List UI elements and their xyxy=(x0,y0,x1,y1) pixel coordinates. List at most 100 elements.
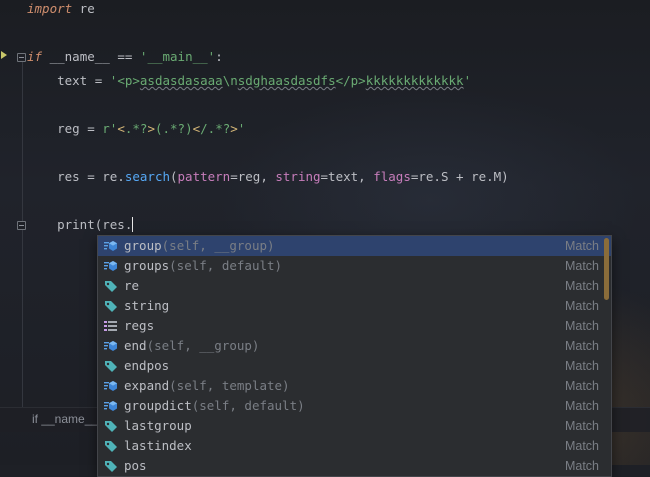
code-token: =text, xyxy=(320,169,374,184)
completion-signature: (self, __group) xyxy=(146,338,260,353)
fold-end-icon[interactable] xyxy=(17,221,26,230)
code-token: : xyxy=(215,49,223,64)
completion-type: Match xyxy=(564,439,599,453)
completion-signature: (self, template) xyxy=(169,378,290,393)
completion-name: group xyxy=(124,238,162,253)
autocomplete-item[interactable]: string Match xyxy=(98,296,611,316)
code-token: asdasdasaaa xyxy=(139,73,223,88)
code-token: < xyxy=(192,121,201,136)
autocomplete-item[interactable]: expand(self, template) Match xyxy=(98,376,611,396)
property-icon xyxy=(104,280,118,292)
code-token: pattern xyxy=(177,169,231,184)
method-icon xyxy=(104,260,118,272)
completion-name: re xyxy=(124,278,140,293)
completion-type: Match xyxy=(564,279,599,293)
code-line-import[interactable]: import re xyxy=(27,0,95,18)
autocomplete-item[interactable]: lastindex Match xyxy=(98,436,611,456)
code-token: text = xyxy=(27,73,110,88)
code-token: =re.S + re.M) xyxy=(410,169,509,184)
code-token: res = re. xyxy=(27,169,125,184)
completion-signature: (self, default) xyxy=(191,398,305,413)
code-token: (.*?) xyxy=(154,121,193,136)
autocomplete-item[interactable]: regs Match xyxy=(98,316,611,336)
method-icon xyxy=(104,340,118,352)
completion-name: string xyxy=(124,298,170,313)
completion-name: groups xyxy=(124,258,170,273)
text-caret xyxy=(132,217,134,232)
code-token: ' xyxy=(237,121,246,136)
code-token: if xyxy=(27,49,43,64)
completion-type: Match xyxy=(564,339,599,353)
property-icon xyxy=(104,460,118,472)
code-token: string xyxy=(275,169,321,184)
completion-signature: (self, default) xyxy=(169,258,283,273)
code-token: > xyxy=(230,121,238,136)
code-token: ( xyxy=(170,169,178,184)
code-token: __name__ xyxy=(42,49,118,64)
fold-toggle-icon[interactable] xyxy=(17,53,26,62)
completion-type: Match xyxy=(564,299,599,313)
code-line-reg-assign[interactable]: reg = r'<.*?>(.*?)</.*?>' xyxy=(27,120,245,138)
code-token: r' xyxy=(102,121,118,136)
completion-name: pos xyxy=(124,458,147,473)
completion-type: Match xyxy=(564,399,599,413)
code-line-if-main[interactable]: if __name__ == '__main__': xyxy=(27,48,223,66)
code-line-text-assign[interactable]: text = '<p>asdasdasaaa\nsdghaasdasdfs</p… xyxy=(27,72,471,90)
indent-guide xyxy=(22,58,23,408)
editor-gutter xyxy=(0,0,22,465)
code-token: search xyxy=(124,169,170,184)
code-token: reg = xyxy=(27,121,103,136)
method-icon xyxy=(104,380,118,392)
autocomplete-item[interactable]: lastgroup Match xyxy=(98,416,611,436)
autocomplete-item[interactable]: groupdict(self, default) Match xyxy=(98,396,611,416)
code-token: re xyxy=(72,1,95,16)
completion-signature: (self, __group) xyxy=(161,238,275,253)
code-token: == xyxy=(117,49,133,64)
scrollbar-thumb[interactable] xyxy=(604,238,609,300)
autocomplete-list: group(self, __group) Match groups(self, de… xyxy=(98,236,611,476)
completion-name: endpos xyxy=(124,358,170,373)
completion-name: lastgroup xyxy=(124,418,192,433)
code-token: \n xyxy=(222,73,238,88)
code-token: < xyxy=(117,121,125,136)
code-line-res-assign[interactable]: res = re.search(pattern=reg, string=text… xyxy=(27,168,509,186)
run-icon[interactable] xyxy=(1,51,7,59)
code-token: sdghaasdasdfs xyxy=(237,73,336,88)
code-line-print-call[interactable]: print(res. xyxy=(27,216,134,234)
completion-type: Match xyxy=(564,359,599,373)
code-token: /.*? xyxy=(200,121,231,136)
completion-name: lastindex xyxy=(124,438,192,453)
autocomplete-item[interactable]: endpos Match xyxy=(98,356,611,376)
completion-type: Match xyxy=(564,379,599,393)
completion-type: Match xyxy=(564,419,599,433)
autocomplete-item[interactable]: re Match xyxy=(98,276,611,296)
completion-name: groupdict xyxy=(124,398,192,413)
method-icon xyxy=(104,240,118,252)
code-token: print(res. xyxy=(27,217,133,232)
property-icon xyxy=(104,360,118,372)
autocomplete-item[interactable]: pos Match xyxy=(98,456,611,476)
autocomplete-popup[interactable]: group(self, __group) Match groups(self, de… xyxy=(97,235,612,477)
property-icon xyxy=(104,300,118,312)
property-icon xyxy=(104,420,118,432)
completion-type: Match xyxy=(564,459,599,473)
code-token: '<p> xyxy=(109,73,140,88)
property-icon xyxy=(104,440,118,452)
code-token: =reg, xyxy=(230,169,276,184)
code-token: import xyxy=(27,1,73,16)
field-list-icon xyxy=(104,320,118,332)
breadcrumb-item[interactable]: if __name__ xyxy=(32,412,98,426)
autocomplete-item[interactable]: group(self, __group) Match xyxy=(98,236,611,256)
completion-name: expand xyxy=(124,378,170,393)
code-token: flags xyxy=(373,169,411,184)
completion-type: Match xyxy=(564,259,599,273)
autocomplete-item[interactable]: end(self, __group) Match xyxy=(98,336,611,356)
code-token: '__main__' xyxy=(139,49,216,64)
completion-name: regs xyxy=(124,318,155,333)
code-token: kkkkkkkkkkkkk xyxy=(365,73,464,88)
autocomplete-item[interactable]: groups(self, default) Match xyxy=(98,256,611,276)
code-token: > xyxy=(147,121,155,136)
code-token: .*? xyxy=(124,121,148,136)
method-icon xyxy=(104,400,118,412)
